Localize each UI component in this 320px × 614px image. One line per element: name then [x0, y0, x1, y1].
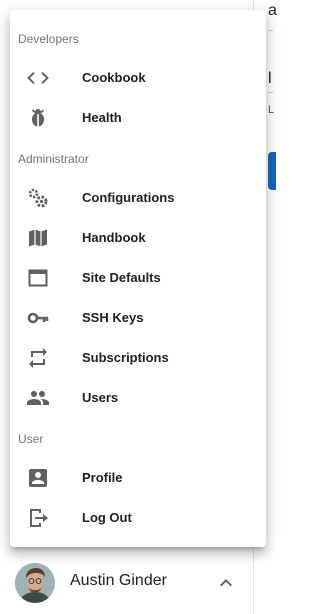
menu-item-label: Profile [82, 470, 123, 485]
map-icon [26, 226, 50, 250]
menu-item-users[interactable]: Users [10, 378, 266, 418]
avatar [15, 563, 55, 603]
user-name: Austin Ginder [70, 572, 167, 589]
menu-item-cookbook[interactable]: Cookbook [10, 58, 266, 98]
menu-item-health[interactable]: Health [10, 98, 266, 138]
user-menu: Developers Cookbook Health Administrator [10, 10, 266, 547]
background-button [268, 152, 276, 190]
menu-item-label: Users [82, 390, 119, 405]
menu-item-label: Handbook [82, 230, 146, 245]
menu-item-label: Log Out [82, 510, 132, 525]
menu-item-label: Health [82, 110, 122, 125]
account-box-icon [26, 466, 50, 490]
gears-icon [26, 186, 50, 210]
section-header-administrator: Administrator [18, 152, 89, 166]
code-icon [26, 66, 50, 90]
section-header-developers: Developers [18, 32, 79, 46]
menu-item-label: Subscriptions [82, 350, 169, 365]
menu-item-label: Cookbook [82, 70, 146, 85]
menu-item-log-out[interactable]: Log Out [10, 498, 266, 538]
bug-icon [26, 106, 50, 130]
menu-item-label: SSH Keys [82, 310, 144, 325]
menu-item-site-defaults[interactable]: Site Defaults [10, 258, 266, 298]
key-icon [26, 306, 50, 330]
menu-item-label: Site Defaults [82, 270, 161, 285]
user-account-bar[interactable]: Austin Ginder [0, 552, 253, 614]
menu-item-profile[interactable]: Profile [10, 458, 266, 498]
people-icon [26, 386, 50, 410]
background-rule [268, 30, 273, 31]
menu-item-handbook[interactable]: Handbook [10, 218, 266, 258]
logout-icon [26, 506, 50, 530]
window-icon [26, 266, 50, 290]
background-rule [268, 92, 273, 93]
menu-item-configurations[interactable]: Configurations [10, 178, 266, 218]
repeat-icon [26, 346, 50, 370]
background-text-fragment: a [268, 2, 277, 19]
background-text-fragment: l [268, 70, 272, 87]
chevron-up-icon[interactable] [214, 571, 238, 595]
menu-item-subscriptions[interactable]: Subscriptions [10, 338, 266, 378]
menu-item-ssh-keys[interactable]: SSH Keys [10, 298, 266, 338]
section-header-user: User [18, 432, 44, 446]
menu-item-label: Configurations [82, 190, 175, 205]
background-text-fragment: L [268, 104, 275, 116]
